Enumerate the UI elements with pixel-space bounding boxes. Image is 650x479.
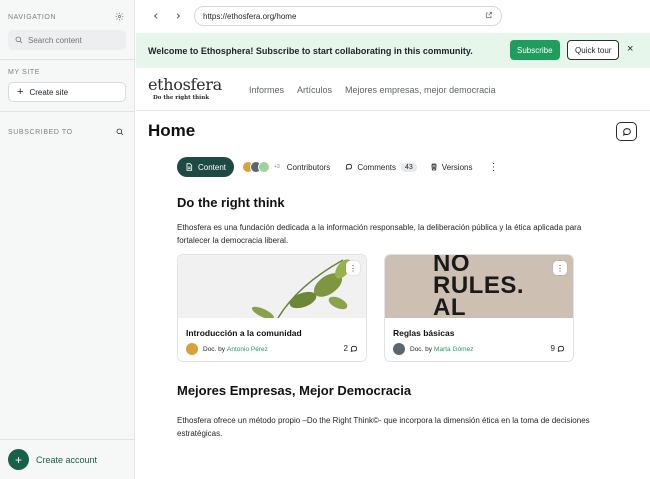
- more-options-icon[interactable]: ⋮: [488, 162, 498, 173]
- create-site-label: Create site: [29, 87, 69, 97]
- create-site-button[interactable]: + Create site: [8, 82, 126, 102]
- create-account-plus-button[interactable]: +: [8, 449, 29, 470]
- logo-tagline: Do the right think: [153, 95, 210, 101]
- navigation-label: NAVIGATION: [8, 13, 57, 21]
- image-text-line: AL: [433, 294, 466, 319]
- card-title: Introducción a la comunidad: [186, 328, 302, 338]
- welcome-banner: Welcome to Ethosphera! Subscribe to star…: [136, 33, 650, 68]
- tab-contributors[interactable]: Contributors: [287, 163, 331, 172]
- document-icon: [186, 163, 193, 171]
- browser-bar: https://ethosfera.org/home: [136, 0, 650, 32]
- tab-comments[interactable]: Comments 43: [345, 162, 417, 172]
- sidebar-search-input[interactable]: Search content: [8, 30, 126, 50]
- doc-by-label: Doc. by: [410, 345, 433, 353]
- avatar: [258, 161, 271, 173]
- url-field[interactable]: https://ethosfera.org/home: [194, 6, 502, 26]
- close-icon[interactable]: ×: [627, 43, 633, 55]
- settings-gear-icon[interactable]: [115, 8, 124, 26]
- site-nav: Informes Artículos Mejores empresas, mej…: [249, 85, 496, 95]
- my-site-label: MY SITE: [8, 69, 41, 76]
- my-site-section: MY SITE + Create site: [0, 60, 134, 102]
- card-image-no-rules: NO RULES. AL ⋮: [385, 255, 573, 318]
- page-title: Home: [148, 121, 196, 140]
- create-account-bar: + Create account: [0, 439, 134, 479]
- search-icon: [15, 36, 23, 44]
- card-comments-count[interactable]: 2: [344, 344, 358, 353]
- comment-bubble-icon: [350, 345, 358, 352]
- subscribed-label: SUBSCRIBED TO: [8, 128, 73, 136]
- doc-by-label: Doc. by: [203, 345, 226, 353]
- plus-icon: +: [14, 452, 22, 467]
- tab-content[interactable]: Content: [177, 157, 235, 177]
- navigation-header: NAVIGATION: [0, 0, 134, 22]
- section-title-mejores-empresas: Mejores Empresas, Mejor Democracia: [177, 383, 412, 398]
- site-logo[interactable]: ethosfera Do the right think: [148, 75, 222, 102]
- external-link-icon[interactable]: [485, 11, 493, 21]
- back-chevron-icon[interactable]: [145, 12, 167, 20]
- trash-versions-icon: [431, 163, 437, 171]
- banner-text: Welcome to Ethosphera! Subscribe to star…: [148, 45, 473, 56]
- doc-card-introduccion[interactable]: ⋮ Introducción a la comunidad Doc. by An…: [177, 254, 367, 362]
- card-author: Doc. by Marta Gómez: [393, 343, 473, 355]
- plus-icon: +: [17, 85, 24, 98]
- section-method-text: Ethosfera ofrece un método propio –Do th…: [177, 416, 590, 438]
- nav-item-informes[interactable]: Informes: [249, 85, 284, 95]
- card-comments-count[interactable]: 9: [551, 344, 565, 353]
- card-menu-icon[interactable]: ⋮: [553, 261, 567, 275]
- comments-count-badge: 43: [401, 162, 417, 172]
- doc-card-reglas[interactable]: NO RULES. AL ⋮ Reglas básicas Doc. by Ma…: [384, 254, 574, 362]
- section-intro-text: Ethosfera es una fundación dedicada a la…: [177, 223, 582, 245]
- page-tabs: Content +3 Contributors Comments 43 Vers…: [177, 157, 498, 177]
- nav-item-articulos[interactable]: Artículos: [297, 85, 332, 95]
- comment-bubble-icon: [345, 163, 353, 171]
- card-image-plant: ⋮: [178, 255, 366, 318]
- avatar: [393, 343, 405, 355]
- card-author: Doc. by Antonio Pérez: [186, 343, 268, 355]
- contributors-avatars[interactable]: +3: [242, 161, 280, 173]
- author-link[interactable]: Antonio Pérez: [227, 346, 268, 353]
- forward-chevron-icon[interactable]: [167, 12, 189, 20]
- comments-count: 9: [550, 344, 555, 353]
- tab-content-label: Content: [198, 162, 227, 172]
- comment-bubble-icon: [557, 345, 565, 352]
- tab-versions-label: Versions: [441, 162, 473, 172]
- create-account-link[interactable]: Create account: [36, 455, 97, 465]
- site-header: ethosfera Do the right think Informes Ar…: [136, 69, 650, 111]
- comment-bubble-icon: [622, 127, 631, 136]
- card-menu-icon[interactable]: ⋮: [346, 261, 360, 275]
- card-title: Reglas básicas: [393, 328, 455, 338]
- avatar: [186, 343, 198, 355]
- comments-count: 2: [343, 344, 348, 353]
- comment-button[interactable]: [616, 122, 637, 141]
- quick-tour-button[interactable]: Quick tour: [567, 40, 620, 60]
- nav-item-mejores-empresas[interactable]: Mejores empresas, mejor democracia: [345, 85, 496, 95]
- search-placeholder: Search content: [28, 35, 82, 45]
- sidebar: NAVIGATION Search content MY SITE + Crea…: [0, 0, 135, 479]
- url-text: https://ethosfera.org/home: [203, 11, 297, 21]
- search-subscriptions-icon[interactable]: [116, 123, 124, 141]
- subscribe-button[interactable]: Subscribe: [510, 40, 560, 60]
- subscribed-header: SUBSCRIBED TO: [0, 112, 134, 141]
- tab-versions[interactable]: Versions: [430, 162, 473, 172]
- logo-text: ethosfera: [148, 75, 222, 94]
- author-link[interactable]: Marta Gómez: [434, 346, 473, 353]
- contributors-more-count: +3: [274, 164, 280, 170]
- section-title-do-the-right-think: Do the right think: [177, 195, 285, 210]
- tab-comments-label: Comments: [357, 162, 396, 172]
